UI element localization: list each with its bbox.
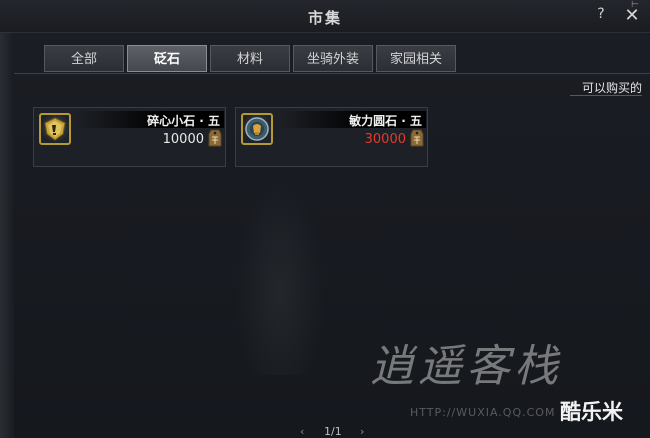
site-badge: 酷乐米 — [560, 400, 623, 424]
item-name: 碎心小石 · 五 — [147, 114, 220, 128]
item-price: 30000 — [364, 132, 406, 147]
help-button[interactable]: ? — [593, 6, 609, 24]
background-figure — [235, 175, 325, 375]
close-button[interactable]: ✕ — [623, 5, 641, 26]
watermark-logo: 逍遥客栈 — [370, 341, 562, 392]
item-name: 敏力圆石 · 五 — [349, 114, 422, 128]
market-item[interactable]: 敏力圆石 · 五 30000 — [235, 107, 428, 167]
window-title: 市集 — [307, 9, 342, 27]
coin-tag-icon — [410, 129, 424, 147]
tab-mount-appearance[interactable]: 坐骑外装 — [293, 45, 373, 72]
tab-homestead[interactable]: 家园相关 — [376, 45, 456, 72]
coin-tag-icon — [208, 129, 222, 147]
tab-divider — [14, 73, 650, 74]
affordable-filter[interactable]: 可以购买的 — [560, 79, 642, 96]
pagination: ‹ 1/1 › — [300, 425, 380, 438]
item-name-bar: 敏力圆石 · 五 — [278, 111, 426, 128]
page-indicator: 1/1 — [324, 425, 342, 438]
prev-page-button[interactable]: ‹ — [300, 425, 304, 438]
watermark-url: HTTP://WUXIA.QQ.COM — [410, 406, 556, 419]
market-item[interactable]: 碎心小石 · 五 10000 — [33, 107, 226, 167]
market-window: 市集 ⊢ ? ✕ 全部 砭石 材料 坐骑外装 家园相关 可以购买的 碎心小石 ·… — [0, 0, 650, 438]
title-bar[interactable]: 市集 ⊢ ? ✕ — [0, 0, 650, 33]
tab-stones[interactable]: 砭石 — [127, 45, 207, 72]
tab-all[interactable]: 全部 — [44, 45, 124, 72]
left-edge-panel — [0, 30, 14, 438]
tab-materials[interactable]: 材料 — [210, 45, 290, 72]
item-name-bar: 碎心小石 · 五 — [76, 111, 224, 128]
fist-gem-icon — [241, 113, 273, 145]
shield-gem-icon — [39, 113, 71, 145]
item-price: 10000 — [162, 132, 204, 147]
filter-underline — [570, 95, 642, 96]
next-page-button[interactable]: › — [360, 425, 364, 438]
